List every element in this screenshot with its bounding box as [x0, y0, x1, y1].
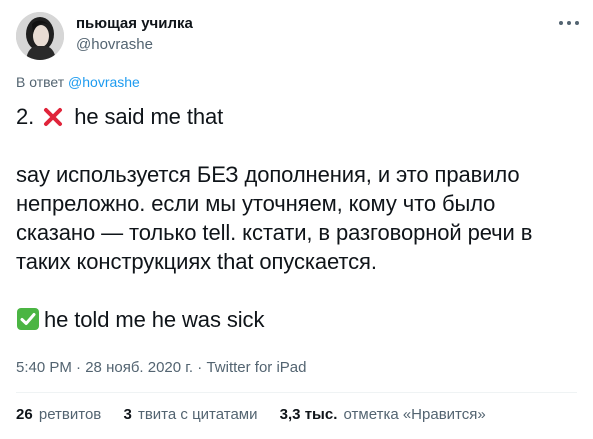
more-dot	[567, 21, 571, 25]
author-block: пьющая училка @hovrashe	[76, 14, 193, 55]
quotes-label: твита с цитатами	[137, 406, 258, 423]
tweet-time: 5:40 PM	[16, 359, 72, 376]
quotes-stat[interactable]: 3 твита с цитатами	[123, 405, 257, 425]
tweet: пьющая училка @hovrashe В ответ @hovrash…	[0, 0, 593, 439]
tweet-time-link[interactable]: 5:40 PM · 28 нояб. 2020 г.	[16, 359, 193, 376]
tweet-stats: 26 ретвитов 3 твита с цитатами 3,3 тыс. …	[16, 405, 504, 425]
cross-mark-icon	[44, 108, 63, 126]
more-options-icon[interactable]	[559, 18, 579, 28]
meta-separator: ·	[76, 359, 82, 376]
author-display-name[interactable]: пьющая училка	[76, 14, 193, 34]
reply-to: В ответ @hovrashe	[16, 73, 140, 91]
likes-stat[interactable]: 3,3 тыс. отметка «Нравится»	[280, 405, 486, 425]
avatar-photo	[16, 12, 64, 60]
explanation-line: сказано — только tell. кстати, в разгово…	[16, 220, 533, 245]
explanation-line: таких конструкциях that опускается.	[16, 249, 377, 274]
tweet-line-1: 2. he said me that	[16, 102, 576, 131]
avatar[interactable]	[16, 12, 64, 60]
more-dot	[559, 21, 563, 25]
tweet-text: 2. he said me that say используется БЕЗ …	[16, 102, 576, 334]
tweet-source-link[interactable]: Twitter for iPad	[206, 359, 306, 376]
wrong-example: he said me that	[74, 104, 224, 129]
likes-count: 3,3 тыс.	[279, 406, 338, 423]
author-handle[interactable]: @hovrashe	[76, 35, 193, 55]
check-mark-icon	[17, 308, 39, 330]
retweets-stat[interactable]: 26 ретвитов	[16, 405, 101, 425]
likes-label: отметка «Нравится»	[343, 406, 486, 423]
retweets-label: ретвитов	[38, 406, 102, 423]
tweet-date: 28 нояб. 2020 г.	[85, 359, 194, 376]
correct-example: he told me he was sick	[44, 307, 265, 332]
explanation-line: say используется БЕЗ дополнения, и это п…	[16, 162, 520, 187]
list-number: 2.	[16, 104, 35, 129]
divider	[16, 392, 577, 393]
tweet-line-3: he told me he was sick	[16, 305, 576, 334]
quotes-count: 3	[123, 406, 132, 423]
retweets-count: 26	[16, 406, 33, 423]
more-dot	[575, 21, 579, 25]
tweet-meta: 5:40 PM · 28 нояб. 2020 г. · Twitter for…	[16, 358, 306, 378]
reply-mention-link[interactable]: @hovrashe	[68, 74, 140, 90]
meta-separator: ·	[197, 359, 203, 376]
reply-prefix: В ответ	[16, 74, 65, 90]
explanation-line: непреложно. если мы уточняем, кому что б…	[16, 191, 496, 216]
